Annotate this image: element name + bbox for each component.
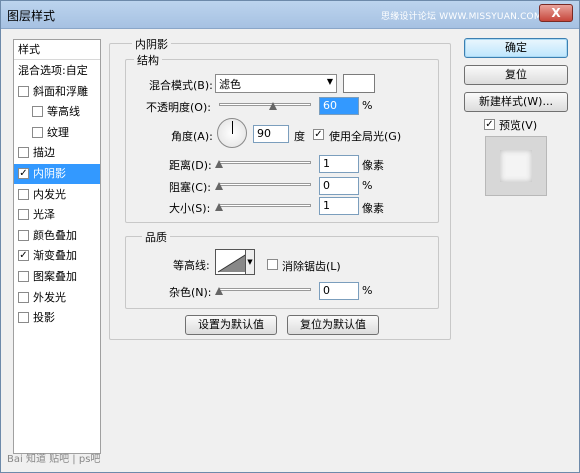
- ok-button[interactable]: 确定: [464, 38, 568, 58]
- layer-style-dialog: 图层样式 思缘设计论坛 WWW.MISSYUAN.COM X 样式 混合选项:自…: [0, 0, 580, 473]
- shadow-color-swatch[interactable]: [343, 74, 375, 93]
- angle-unit: 度: [294, 130, 305, 143]
- blend-mode-select[interactable]: 滤色 ▼: [215, 74, 337, 93]
- inner-shadow-checkbox[interactable]: ✓: [18, 167, 29, 179]
- satin-checkbox[interactable]: [18, 208, 29, 220]
- distance-unit: 像素: [362, 159, 384, 172]
- choke-label: 阻塞(C):: [169, 181, 211, 194]
- sidebar-item-inner-glow[interactable]: 内发光: [14, 185, 100, 205]
- title-bar[interactable]: 图层样式 思缘设计论坛 WWW.MISSYUAN.COM X: [1, 1, 579, 29]
- sidebar-item-pattern-overlay[interactable]: 图案叠加: [14, 267, 100, 287]
- sidebar-item-contour[interactable]: 等高线: [14, 102, 100, 122]
- noise-label: 杂色(N):: [169, 286, 212, 299]
- styles-header[interactable]: 样式: [14, 40, 100, 60]
- gradient-overlay-checkbox[interactable]: ✓: [18, 249, 29, 261]
- drop-shadow-checkbox[interactable]: [18, 311, 29, 323]
- dialog-client: 样式 混合选项:自定 斜面和浮雕 等高线 纹理 描边 ✓ 内阴影 内发光 光泽 颜…: [1, 30, 579, 472]
- size-label: 大小(S):: [169, 202, 211, 215]
- preview-label: 预览(V): [499, 119, 538, 132]
- opacity-slider-track[interactable]: [219, 103, 311, 106]
- reset-button[interactable]: 复位: [464, 65, 568, 85]
- sidebar-item-blending-options[interactable]: 混合选项:自定: [14, 61, 100, 81]
- window-title: 图层样式: [7, 9, 56, 23]
- structure-legend: 结构: [134, 52, 162, 68]
- sidebar-item-stroke[interactable]: 描边: [14, 143, 100, 163]
- antialias-label: 消除锯齿(L): [282, 260, 341, 273]
- chevron-down-icon: ▼: [247, 258, 253, 266]
- contour-dropdown-button[interactable]: ▼: [245, 249, 255, 275]
- styles-list: 样式 混合选项:自定 斜面和浮雕 等高线 纹理 描边 ✓ 内阴影 内发光 光泽 颜…: [13, 39, 101, 454]
- choke-slider-thumb[interactable]: [215, 182, 223, 190]
- choke-field[interactable]: 0: [319, 177, 359, 195]
- global-light-label: 使用全局光(G): [329, 130, 402, 143]
- distance-slider-track[interactable]: [219, 161, 311, 164]
- baidu-watermark: Bai 知道 贴吧 | ps吧: [7, 454, 101, 465]
- noise-slider-track[interactable]: [219, 288, 311, 291]
- sidebar-item-texture[interactable]: 纹理: [14, 123, 100, 143]
- distance-slider-thumb[interactable]: [215, 160, 223, 168]
- sidebar-item-satin[interactable]: 光泽: [14, 205, 100, 225]
- make-default-button[interactable]: 设置为默认值: [185, 315, 277, 335]
- angle-label: 角度(A):: [171, 130, 213, 143]
- opacity-slider-thumb[interactable]: [269, 102, 277, 110]
- sidebar-item-bevel-emboss[interactable]: 斜面和浮雕: [14, 82, 100, 102]
- texture-checkbox[interactable]: [32, 126, 43, 138]
- inner-glow-checkbox[interactable]: [18, 188, 29, 200]
- stroke-checkbox[interactable]: [18, 146, 29, 158]
- color-overlay-checkbox[interactable]: [18, 229, 29, 241]
- distance-label: 距离(D):: [169, 159, 212, 172]
- global-light-checkbox[interactable]: ✓: [313, 129, 324, 140]
- noise-unit: %: [362, 284, 373, 297]
- sidebar-item-drop-shadow[interactable]: 投影: [14, 308, 100, 328]
- contour-checkbox[interactable]: [32, 105, 43, 117]
- new-style-button[interactable]: 新建样式(W)...: [464, 92, 568, 112]
- close-button[interactable]: X: [539, 4, 573, 22]
- noise-slider-thumb[interactable]: [215, 287, 223, 295]
- style-preview-thumbnail: [485, 136, 547, 196]
- outer-glow-checkbox[interactable]: [18, 291, 29, 303]
- watermark-text: 思缘设计论坛 WWW.MISSYUAN.COM: [381, 12, 542, 22]
- antialias-checkbox[interactable]: [267, 259, 278, 270]
- sidebar-item-color-overlay[interactable]: 颜色叠加: [14, 226, 100, 246]
- size-slider-track[interactable]: [219, 204, 311, 207]
- size-unit: 像素: [362, 202, 384, 215]
- bevel-checkbox[interactable]: [18, 85, 29, 97]
- distance-field[interactable]: 1: [319, 155, 359, 173]
- size-slider-thumb[interactable]: [215, 203, 223, 211]
- inner-shadow-title: 内阴影: [132, 36, 171, 52]
- noise-field[interactable]: 0: [319, 282, 359, 300]
- opacity-field[interactable]: 60: [319, 97, 359, 115]
- preview-checkbox[interactable]: ✓: [484, 119, 495, 130]
- contour-label: 等高线:: [173, 259, 210, 272]
- sidebar-item-inner-shadow[interactable]: ✓ 内阴影: [14, 164, 100, 184]
- pattern-overlay-checkbox[interactable]: [18, 270, 29, 282]
- quality-legend: 品质: [142, 229, 170, 245]
- sidebar-item-outer-glow[interactable]: 外发光: [14, 288, 100, 308]
- sidebar-item-gradient-overlay[interactable]: ✓ 渐变叠加: [14, 246, 100, 266]
- blend-mode-label: 混合模式(B):: [149, 79, 213, 92]
- size-field[interactable]: 1: [319, 197, 359, 215]
- choke-unit: %: [362, 179, 373, 192]
- chevron-down-icon: ▼: [326, 77, 333, 86]
- opacity-label: 不透明度(O):: [146, 101, 211, 114]
- angle-dial[interactable]: [217, 118, 247, 148]
- reset-default-button[interactable]: 复位为默认值: [287, 315, 379, 335]
- angle-field[interactable]: 90: [253, 125, 289, 143]
- choke-slider-track[interactable]: [219, 183, 311, 186]
- preview-swatch: [500, 150, 532, 182]
- opacity-unit: %: [362, 99, 373, 112]
